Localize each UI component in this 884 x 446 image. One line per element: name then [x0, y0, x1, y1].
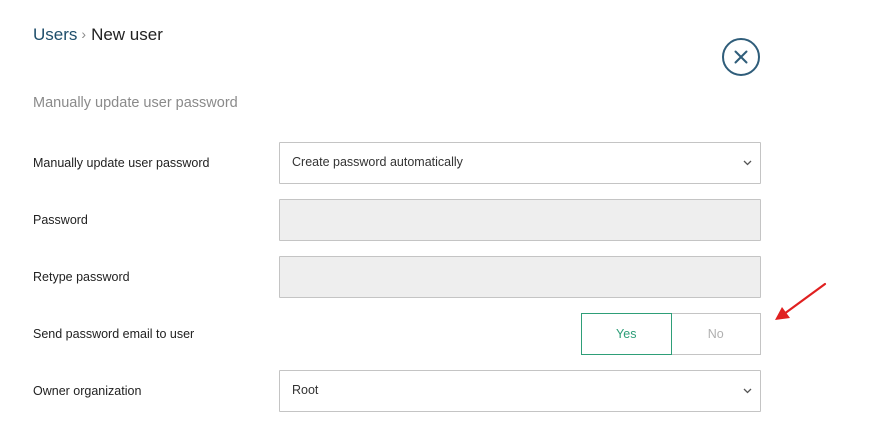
- section-title: Manually update user password: [33, 95, 238, 111]
- retype-password-label: Retype password: [33, 270, 130, 284]
- password-mode-label: Manually update user password: [33, 156, 210, 170]
- password-input[interactable]: [279, 199, 761, 241]
- password-mode-select[interactable]: Create password automatically: [279, 142, 761, 184]
- send-email-no-option[interactable]: No: [672, 314, 761, 354]
- chevron-down-icon: [743, 160, 752, 166]
- breadcrumb-current: New user: [91, 25, 163, 44]
- breadcrumb: Users › New user: [33, 24, 163, 46]
- owner-org-select[interactable]: Root: [279, 370, 761, 412]
- send-email-toggle: Yes No: [581, 313, 761, 355]
- owner-org-value: Root: [292, 383, 319, 397]
- annotation-arrow-icon: [775, 282, 827, 320]
- close-icon: [734, 50, 748, 64]
- send-email-yes-option[interactable]: Yes: [581, 313, 672, 355]
- chevron-down-icon: [743, 388, 752, 394]
- send-email-label: Send password email to user: [33, 327, 195, 341]
- breadcrumb-separator: ›: [81, 26, 87, 42]
- new-user-page: Users › New user Manually update user pass…: [0, 0, 884, 446]
- password-mode-value: Create password automatically: [292, 155, 463, 169]
- password-label: Password: [33, 213, 88, 227]
- owner-org-label: Owner organization: [33, 384, 142, 398]
- close-button[interactable]: [722, 38, 760, 76]
- breadcrumb-users-link[interactable]: Users: [33, 25, 77, 44]
- retype-password-input[interactable]: [279, 256, 761, 298]
